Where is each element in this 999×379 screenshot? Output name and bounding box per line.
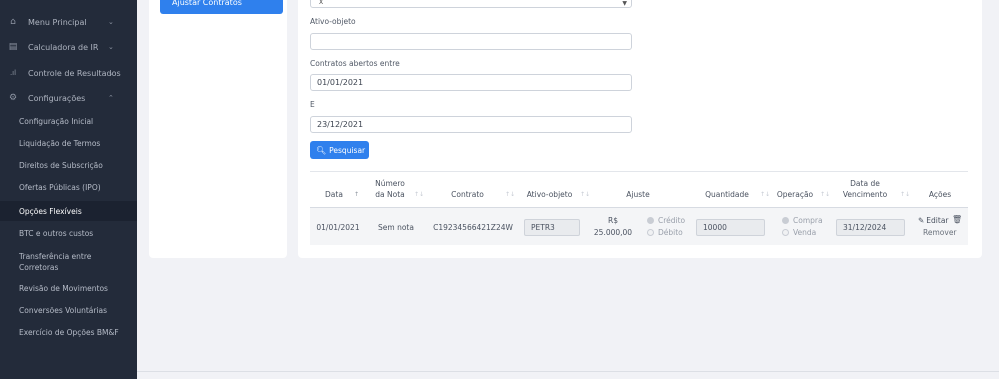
cell-contrato: C19234566421Z24W — [433, 223, 513, 232]
sidebar: ⌂ Menu Principal ⌄ ▤ Calculadora de IR ⌄… — [0, 0, 137, 379]
submenu-liquidacao-termos[interactable]: Liquidação de Termos — [0, 133, 137, 153]
nav-calculadora-ir[interactable]: ▤ Calculadora de IR ⌄ — [0, 36, 137, 58]
th-acoes: Ações — [928, 190, 952, 199]
th-ajuste[interactable]: Ajuste — [618, 189, 658, 200]
submenu-revisao-movimentos[interactable]: Revisão de Movimentos — [0, 278, 137, 298]
date-end-input[interactable]: 23/12/2021 — [310, 116, 632, 133]
side-panel — [149, 0, 287, 258]
radio-venda-label: Venda — [793, 228, 817, 237]
cell-quantidade-input[interactable]: 10000 — [696, 219, 765, 236]
radio-credito[interactable]: Crédito — [647, 216, 685, 225]
th-operacao[interactable]: Operação — [774, 189, 816, 200]
footer-divider — [137, 371, 999, 372]
chevron-down-icon: ▼ — [622, 0, 627, 7]
pencil-icon: ✎ — [918, 216, 925, 225]
chevron-down-icon: ⌄ — [108, 69, 114, 77]
radio-compra[interactable]: Compra — [782, 216, 823, 225]
nav-controle-resultados[interactable]: .ıl Controle de Resultados ⌄ — [0, 62, 137, 84]
remove-button[interactable]: Remover — [923, 228, 957, 237]
radio-dot — [647, 229, 654, 236]
radio-compra-label: Compra — [793, 216, 823, 225]
radio-venda[interactable]: Venda — [782, 228, 816, 237]
select-value: X — [319, 0, 324, 6]
cell-ajuste-currency: R$ — [608, 216, 618, 225]
sort-icon[interactable]: ↑↓ — [505, 191, 515, 198]
radio-dot — [647, 217, 654, 224]
cell-vencimento-input[interactable]: 31/12/2024 — [836, 219, 905, 236]
table-top-divider — [310, 171, 968, 172]
submenu-direitos-subscricao[interactable]: Direitos de Subscrição — [0, 155, 137, 175]
sort-icon[interactable]: ↑↓ — [820, 191, 830, 198]
radio-debito-label: Débito — [658, 228, 683, 237]
radio-debito[interactable]: Débito — [647, 228, 683, 237]
nav-label: Controle de Resultados — [28, 68, 121, 78]
submenu-transferencia-corretoras[interactable]: Transferência entre Corretoras — [0, 247, 110, 277]
submenu-exercicio-opcoes[interactable]: Exercício de Opções BM&F — [0, 322, 137, 342]
bar-chart-icon: .ıl — [9, 69, 17, 77]
sort-icon[interactable]: ↑↓ — [414, 191, 424, 198]
submenu-opcoes-flexiveis[interactable]: Opções Flexíveis — [0, 201, 137, 221]
cell-ativo-input[interactable]: PETR3 — [524, 219, 580, 236]
sort-asc-icon[interactable]: ↑ — [354, 191, 359, 198]
document-icon: ▤ — [8, 42, 18, 52]
nav-configuracoes[interactable]: ⚙ Configurações ⌃ — [0, 87, 137, 109]
e-label: E — [310, 100, 315, 109]
nav-label: Configurações — [28, 93, 86, 103]
search-button[interactable]: 🔍︎ Pesquisar — [310, 141, 369, 159]
trash-icon[interactable]: 🗑︎ — [952, 215, 962, 224]
chevron-down-icon: ⌄ — [108, 43, 114, 51]
th-quantidade[interactable]: Quantidade — [700, 189, 754, 200]
contratos-abertos-label: Contratos abertos entre — [310, 59, 400, 68]
edit-button[interactable]: ✎ Editar — [918, 216, 949, 225]
sort-icon[interactable]: ↑↓ — [900, 191, 910, 198]
cell-ajuste-value: 25.000,00 — [593, 228, 633, 237]
sort-icon[interactable]: ↑↓ — [580, 191, 590, 198]
gear-icon: ⚙ — [8, 93, 18, 103]
submenu-btc-outros-custos[interactable]: BTC e outros custos — [0, 223, 137, 243]
date-start-input[interactable]: 01/01/2021 — [310, 74, 632, 91]
ajustar-contratos-button[interactable]: Ajustar Contratos — [160, 0, 283, 14]
type-select[interactable]: X ▼ — [310, 0, 632, 8]
edit-label: Editar — [926, 216, 949, 225]
nav-label: Menu Principal — [28, 17, 87, 27]
cell-numero-nota: Sem nota — [378, 223, 414, 232]
chevron-down-icon: ⌄ — [108, 18, 114, 26]
sort-icon[interactable]: ↑↓ — [760, 191, 770, 198]
ativo-objeto-label: Ativo-objeto — [310, 17, 356, 26]
chevron-up-icon: ⌃ — [108, 94, 114, 102]
th-numero-nota[interactable]: Número da Nota — [372, 178, 408, 200]
th-contrato[interactable]: Contrato — [445, 189, 490, 200]
ativo-objeto-input[interactable] — [310, 33, 632, 50]
radio-credito-label: Crédito — [658, 216, 686, 225]
submenu-configuracao-inicial[interactable]: Configuração Inicial — [0, 111, 137, 131]
th-data[interactable]: Data — [318, 189, 350, 200]
radio-dot — [782, 217, 789, 224]
submenu-ofertas-publicas[interactable]: Ofertas Públicas (IPO) — [0, 177, 137, 197]
radio-dot — [782, 229, 789, 236]
cell-data: 01/01/2021 — [316, 223, 360, 232]
submenu-conversoes-voluntarias[interactable]: Conversões Voluntárias — [0, 300, 137, 320]
nav-menu-principal[interactable]: ⌂ Menu Principal ⌄ — [0, 11, 137, 33]
search-label: Pesquisar — [329, 145, 366, 155]
nav-label: Calculadora de IR — [28, 42, 99, 52]
home-icon: ⌂ — [10, 17, 16, 27]
search-icon: 🔍︎ — [316, 145, 327, 155]
th-ativo-objeto[interactable]: Ativo-objeto — [522, 189, 577, 200]
th-data-vencimento[interactable]: Data de Vencimento — [840, 178, 890, 200]
